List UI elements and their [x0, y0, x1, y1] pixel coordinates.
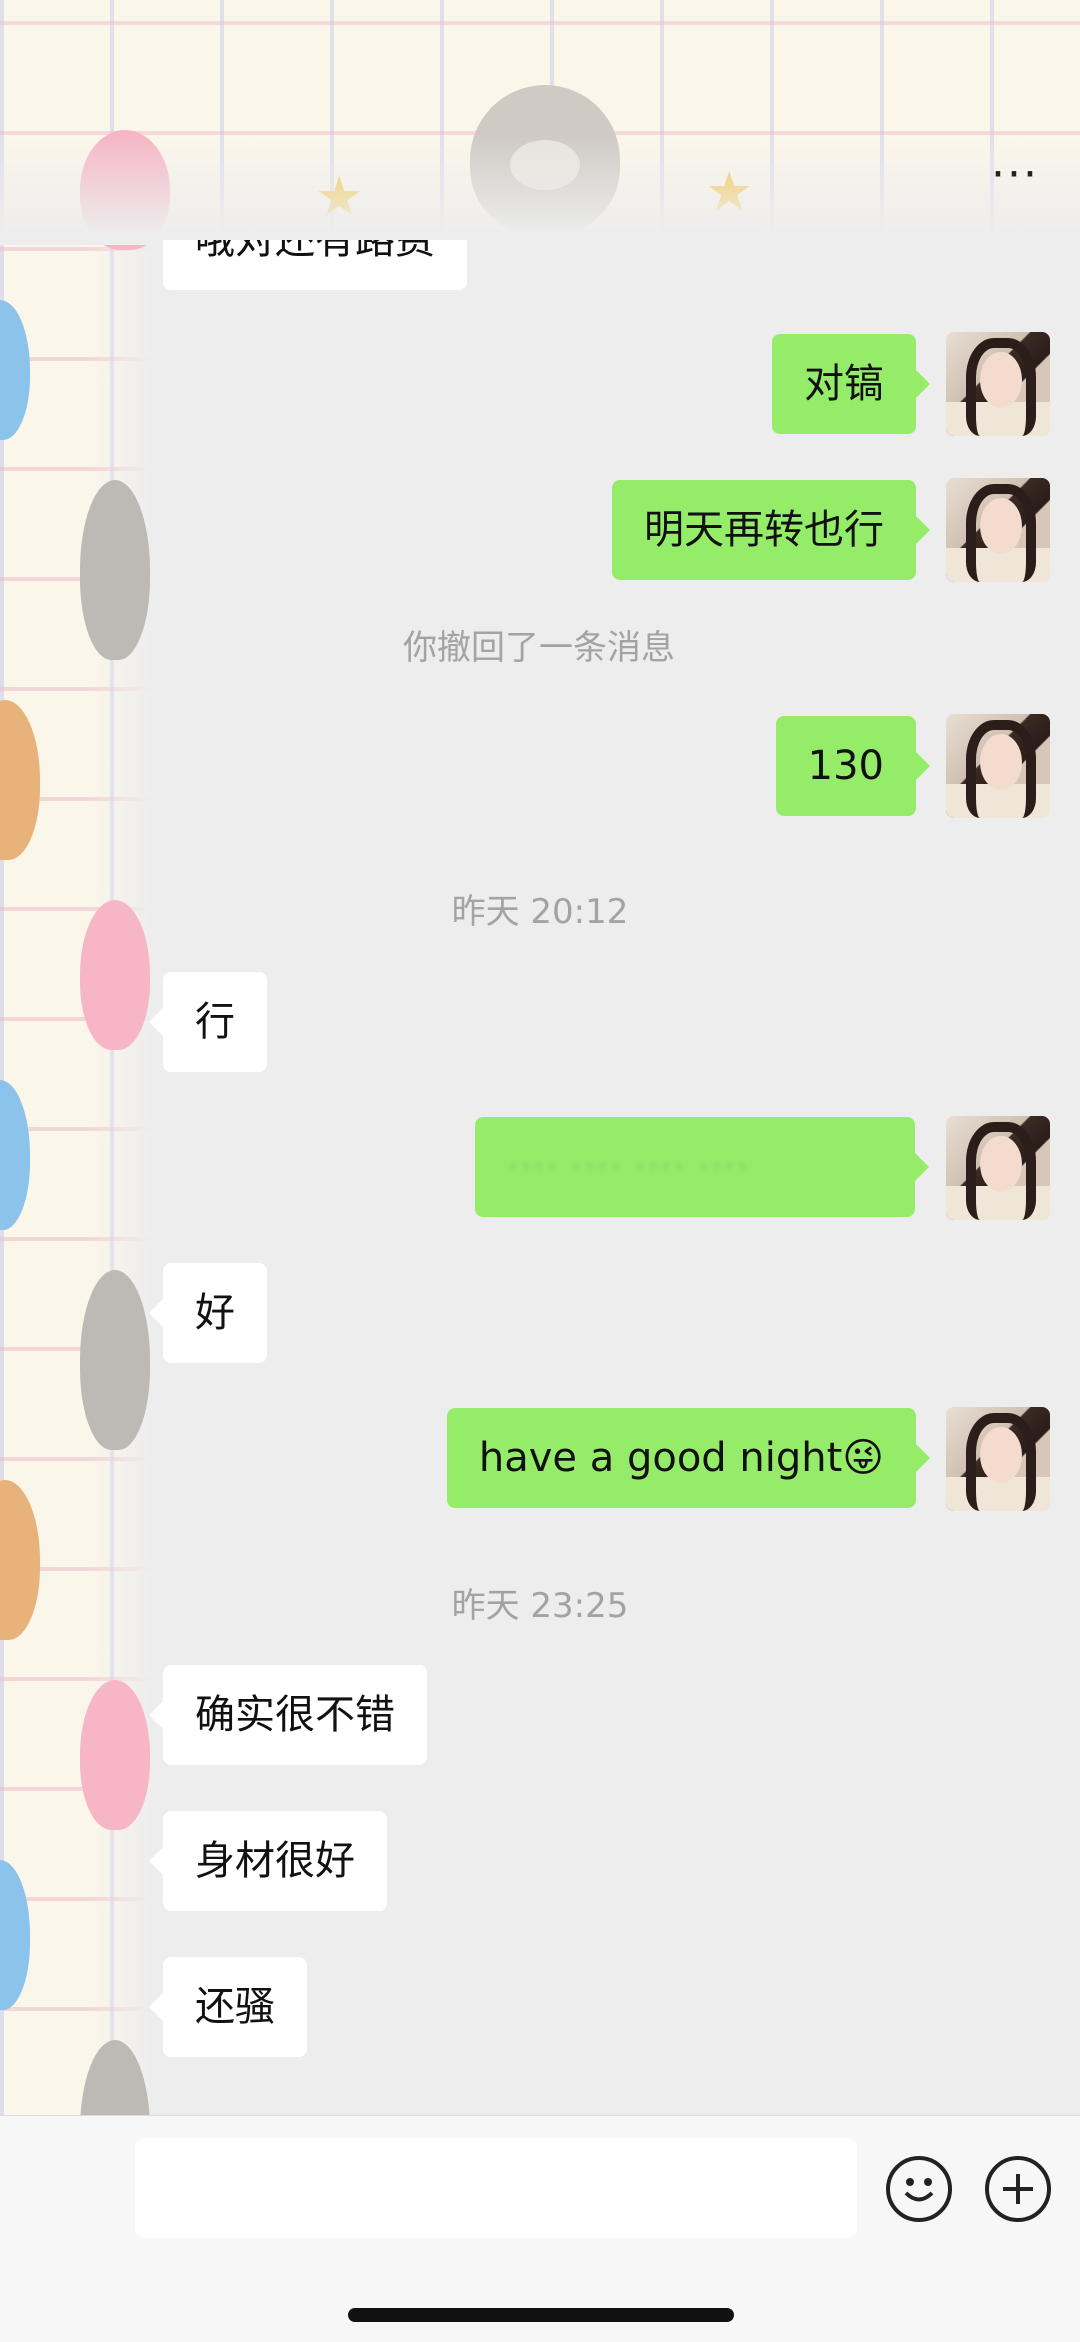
message-incoming[interactable]: 好: [149, 1263, 267, 1363]
blurred-text: ···· ···· ···· ····: [507, 1144, 749, 1190]
star-sticker: ★: [315, 165, 364, 228]
emoji-face-icon[interactable]: [886, 2156, 952, 2222]
recall-notice: 你撤回了一条消息: [403, 628, 675, 668]
chat-wallpaper-top: ★ ★: [0, 0, 1080, 250]
more-options-button[interactable]: ···: [980, 153, 1050, 210]
plus-circle-icon[interactable]: [985, 2156, 1051, 2222]
gray-bear-sticker: [470, 85, 620, 235]
user-avatar[interactable]: [946, 1116, 1050, 1220]
message-incoming[interactable]: 确实很不错: [149, 1665, 427, 1765]
message-outgoing[interactable]: have a good night😜: [446, 1408, 931, 1508]
message-incoming[interactable]: 还骚: [149, 1957, 307, 2057]
user-avatar[interactable]: [946, 1407, 1050, 1511]
gray-bear-face: [510, 140, 580, 190]
message-incoming[interactable]: 身材很好: [149, 1811, 387, 1911]
gray-bear-sticker: [80, 1270, 150, 1450]
home-indicator[interactable]: [348, 2308, 734, 2322]
timestamp: 昨天 23:25: [451, 1586, 629, 1626]
timestamp: 昨天 20:12: [451, 892, 629, 932]
pink-bear-sticker: [80, 130, 170, 250]
user-avatar[interactable]: [946, 714, 1050, 818]
message-outgoing-blurred[interactable]: ···· ···· ···· ····: [475, 1117, 929, 1217]
message-outgoing[interactable]: 明天再转也行: [612, 480, 930, 580]
star-sticker: ★: [705, 160, 754, 223]
message-outgoing[interactable]: 对镐: [772, 334, 930, 434]
message-input[interactable]: [135, 2138, 857, 2238]
pink-bear-sticker: [80, 1680, 150, 1830]
message-outgoing[interactable]: 130: [775, 716, 931, 816]
message-incoming[interactable]: 行: [149, 972, 267, 1072]
user-avatar[interactable]: [946, 478, 1050, 582]
user-avatar[interactable]: [946, 332, 1050, 436]
